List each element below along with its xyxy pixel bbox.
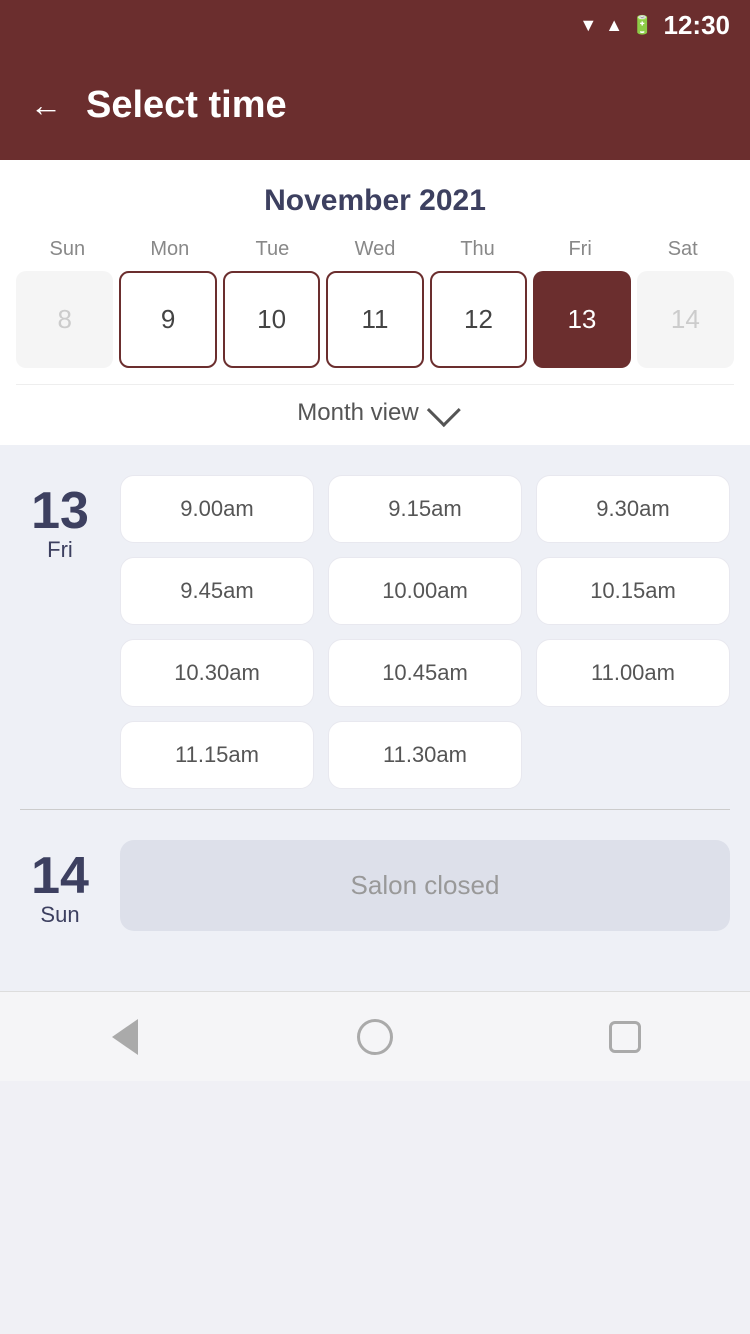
weekday-fri: Fri [529,238,632,261]
day-14[interactable]: 14 [637,271,734,368]
time-slot-945[interactable]: 9.45am [120,557,314,625]
time-slot-1100[interactable]: 11.00am [536,639,730,707]
day-14-label: 14 Sun [20,840,100,928]
calendar-section: November 2021 Sun Mon Tue Wed Thu Fri Sa… [0,160,750,445]
month-view-label: Month view [297,399,418,427]
day-13-name: Fri [20,537,100,563]
page-title: Select time [86,84,287,127]
time-slot-930[interactable]: 9.30am [536,475,730,543]
day-13[interactable]: 13 [533,271,630,368]
day-13-number: 13 [20,485,100,537]
signal-icon: ▲ [605,15,623,36]
month-view-toggle[interactable]: Month view [16,384,734,445]
time-slot-1015[interactable]: 10.15am [536,557,730,625]
time-slot-1000[interactable]: 10.00am [328,557,522,625]
back-nav-icon [112,1019,138,1055]
battery-icon: 🔋 [631,15,653,36]
weekday-tue: Tue [221,238,324,261]
weekdays-row: Sun Mon Tue Wed Thu Fri Sat [16,238,734,261]
status-bar: ▼ ▲ 🔋 12:30 [0,0,750,50]
day-13-block: 13 Fri 9.00am 9.15am 9.30am 9.45am 10.00… [20,475,730,789]
recents-nav-button[interactable] [605,1017,645,1057]
weekday-sun: Sun [16,238,119,261]
time-slot-900[interactable]: 9.00am [120,475,314,543]
time-slot-1130[interactable]: 11.30am [328,721,522,789]
day-separator [20,809,730,810]
day-13-time-grid: 9.00am 9.15am 9.30am 9.45am 10.00am 10.1… [120,475,730,789]
nav-bar [0,991,750,1081]
weekday-thu: Thu [426,238,529,261]
header: ← Select time [0,50,750,160]
month-year-label: November 2021 [16,184,734,218]
salon-closed-card: Salon closed [120,840,730,931]
weekday-sat: Sat [631,238,734,261]
back-button[interactable]: ← [30,87,62,124]
status-icons: ▼ ▲ 🔋 [579,15,653,36]
day-11[interactable]: 11 [326,271,423,368]
day-14-block: 14 Sun Salon closed [20,840,730,931]
time-section: 13 Fri 9.00am 9.15am 9.30am 9.45am 10.00… [0,445,750,991]
back-nav-button[interactable] [105,1017,145,1057]
day-8[interactable]: 8 [16,271,113,368]
weekday-mon: Mon [119,238,222,261]
time-slot-1115[interactable]: 11.15am [120,721,314,789]
status-time: 12:30 [664,10,731,41]
day-14-number: 14 [20,850,100,902]
day-13-label: 13 Fri [20,475,100,563]
chevron-down-icon [427,394,461,428]
day-9[interactable]: 9 [119,271,216,368]
home-nav-icon [357,1019,393,1055]
day-12[interactable]: 12 [430,271,527,368]
time-slot-1045[interactable]: 10.45am [328,639,522,707]
salon-closed-label: Salon closed [351,870,500,900]
wifi-icon: ▼ [579,15,597,36]
recents-nav-icon [609,1021,641,1053]
home-nav-button[interactable] [355,1017,395,1057]
time-slot-1030[interactable]: 10.30am [120,639,314,707]
day-14-name: Sun [20,902,100,928]
weekday-wed: Wed [324,238,427,261]
day-10[interactable]: 10 [223,271,320,368]
time-slot-915[interactable]: 9.15am [328,475,522,543]
days-row: 8 9 10 11 12 13 14 [16,271,734,368]
